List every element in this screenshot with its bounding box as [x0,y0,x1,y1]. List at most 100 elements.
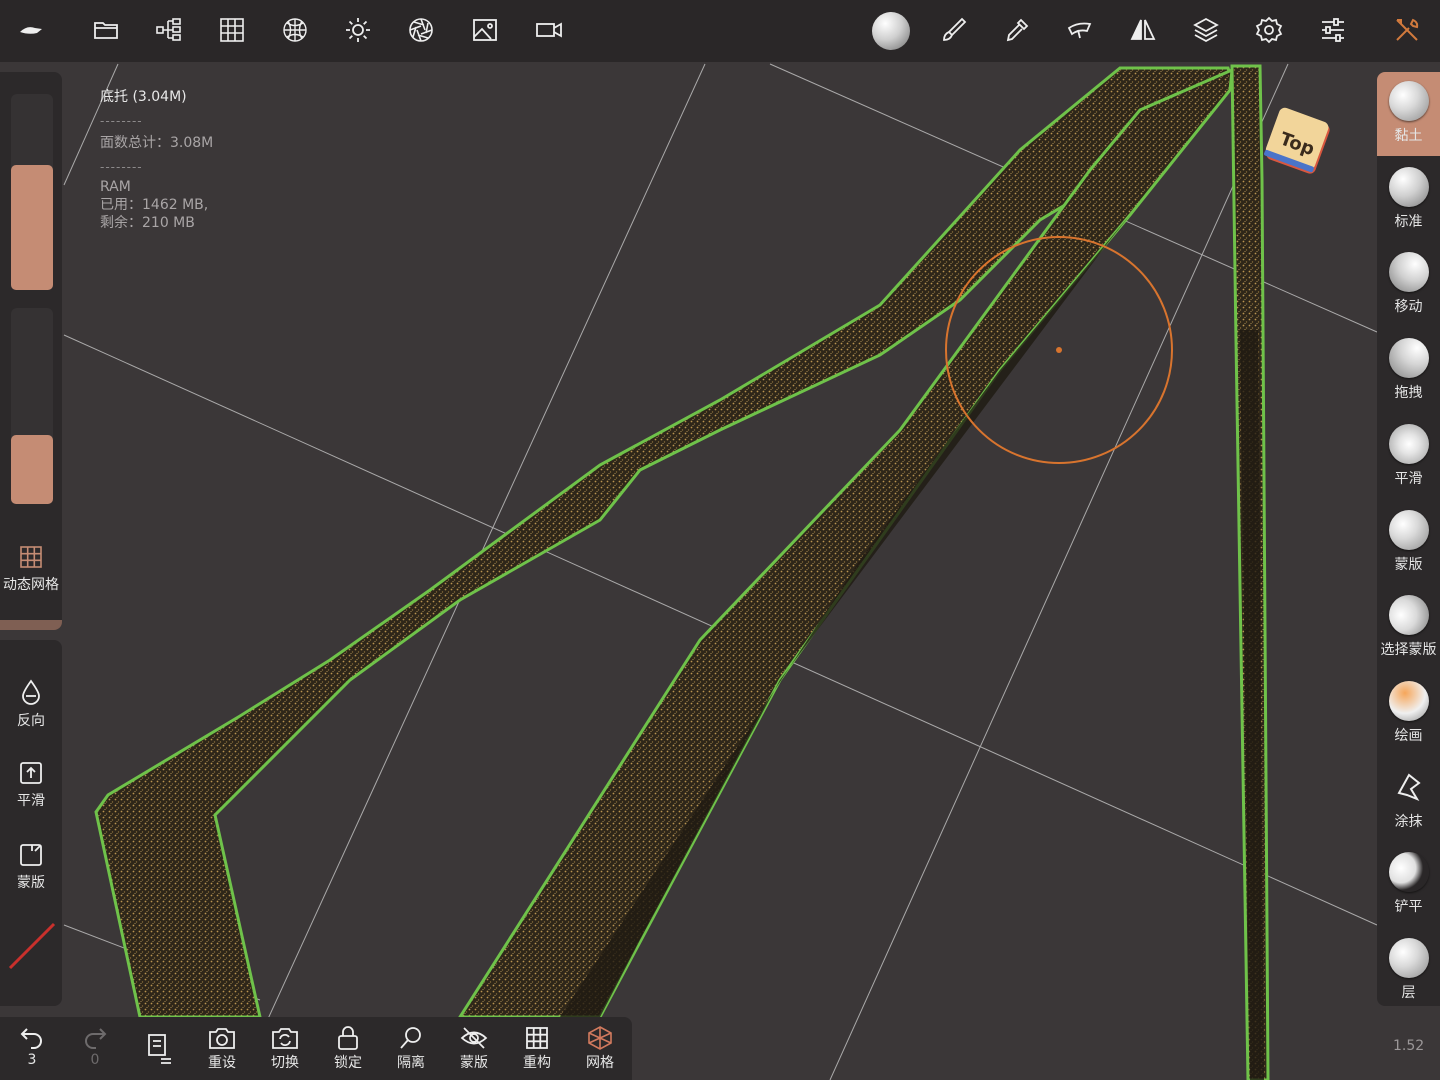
stroke-icon[interactable] [1063,13,1097,47]
tool-move[interactable]: 移动 [1377,243,1440,327]
app-logo-icon[interactable] [14,13,48,47]
brush-icon[interactable] [937,13,971,47]
invert-button[interactable]: 反向 [0,678,62,730]
mesh-button[interactable]: 网格 [572,1025,628,1072]
mesh-label: 网格 [586,1055,614,1071]
view-cube[interactable]: Top [1262,106,1334,178]
tool-drag[interactable]: 拖拽 [1377,329,1440,413]
mask-visibility-label: 蒙版 [460,1055,488,1071]
tool-layer[interactable]: 层 [1377,929,1440,1006]
camera-switch-icon [272,1028,298,1049]
scene-tree-icon[interactable] [152,13,186,47]
tool-label: 选择蒙版 [1380,642,1437,659]
object-list-button[interactable] [130,1031,186,1066]
smooth-arrow-icon [20,762,42,784]
flatten-sphere-icon [1388,852,1429,893]
top-toolbar [0,0,1440,62]
tool-label: 平滑 [1394,470,1423,487]
mask-button[interactable]: 蒙版 [0,842,62,892]
topology-icon[interactable] [278,13,312,47]
light-icon[interactable] [341,13,375,47]
layer-sphere-icon [1388,938,1429,978]
face-count: 面数总计：3.08M [100,135,214,151]
dynamic-mesh-indicator [0,620,62,630]
brush-intensity-slider[interactable] [11,308,53,504]
tool-label: 拖拽 [1394,385,1423,402]
clay-sphere-icon [1388,81,1429,121]
invert-label: 反向 [17,713,45,729]
select-mask-sphere-icon [1388,595,1429,636]
brush-center-dot [1056,347,1062,353]
ram-used: 已用：1462 MB, [100,197,209,213]
remesh-button[interactable]: 重构 [509,1025,565,1072]
grid-icon[interactable] [215,13,249,47]
material-icon[interactable] [404,13,438,47]
smooth-button[interactable]: 平滑 [0,760,62,810]
mesh-shadow [560,215,1264,1080]
tool-label: 涂抹 [1394,813,1423,830]
tool-flatten[interactable]: 铲平 [1377,843,1440,927]
stats-divider: -------- [100,114,143,128]
mesh-icon [588,1026,612,1050]
undo-icon [20,1028,42,1049]
move-sphere-icon [1388,252,1429,293]
search-icon [400,1027,421,1049]
scene-stats: 底托 (3.04M) -------- 面数总计：3.08M -------- … [100,88,213,232]
tool-label: 移动 [1394,299,1423,316]
folder-icon[interactable] [89,13,123,47]
brush-size-fill [11,164,53,290]
isolate-label: 隔离 [397,1055,425,1071]
undo-count: 3 [27,1052,37,1068]
tool-standard[interactable]: 标准 [1377,158,1440,242]
switch-label: 切换 [271,1055,299,1071]
paint-sphere-icon [1388,680,1429,721]
reset-label: 重设 [208,1055,236,1071]
stats-divider-2: -------- [100,160,143,174]
smooth-label: 平滑 [17,793,45,809]
reset-button[interactable]: 重设 [194,1025,250,1072]
settings-icon[interactable] [1252,13,1286,47]
drag-sphere-icon [1388,338,1429,379]
left-brush-panel: 动态网格 [0,72,62,630]
zoom-level: 1.52 [1393,1038,1425,1054]
dynamic-mesh-icon [20,546,42,568]
sculpt-mesh [94,64,1270,1080]
smooth-sphere-icon [1388,423,1429,464]
tool-label: 铲平 [1394,899,1423,916]
3d-viewport[interactable] [0,0,1440,1080]
ram-label: RAM [100,179,131,195]
tool-paint[interactable]: 绘画 [1377,672,1440,756]
tool-clay[interactable]: 黏土 [1377,72,1440,156]
mask-sphere-icon [1388,509,1429,550]
lock-label: 锁定 [334,1055,362,1071]
brush-size-slider[interactable] [11,94,53,290]
standard-sphere-icon [1388,166,1429,207]
eye-off-icon [460,1027,488,1049]
tool-label: 标准 [1394,213,1423,230]
tool-label: 绘画 [1394,727,1423,744]
lock-icon [338,1026,358,1050]
mask-visibility-button[interactable]: 蒙版 [446,1025,502,1072]
symmetry-icon[interactable] [1126,13,1160,47]
dynamic-mesh-button[interactable]: 动态网格 [0,544,62,594]
floor-grid [63,63,1378,1080]
video-icon[interactable] [532,13,566,47]
tool-panel: 黏土标准移动拖拽平滑蒙版选择蒙版绘画涂抹铲平层 [1377,72,1440,1006]
tool-select-mask[interactable]: 选择蒙版 [1377,586,1440,670]
stroke-preview-icon[interactable] [6,920,58,972]
matcap-sphere-icon[interactable] [869,9,913,53]
isolate-button[interactable]: 隔离 [383,1025,439,1072]
lock-button[interactable]: 锁定 [320,1025,376,1072]
undo-button[interactable]: 3 [4,1025,60,1068]
layers-icon[interactable] [1189,13,1223,47]
tool-smooth[interactable]: 平滑 [1377,415,1440,499]
sliders-icon[interactable] [1316,13,1350,47]
switch-button[interactable]: 切换 [257,1025,313,1072]
picker-icon[interactable] [1000,13,1034,47]
tool-smudge[interactable]: 涂抹 [1377,758,1440,842]
tools-icon[interactable] [1390,13,1424,47]
redo-button[interactable]: 0 [67,1025,123,1068]
object-name: 底托 (3.04M) [100,89,187,105]
tool-mask[interactable]: 蒙版 [1377,501,1440,585]
image-icon[interactable] [468,13,502,47]
